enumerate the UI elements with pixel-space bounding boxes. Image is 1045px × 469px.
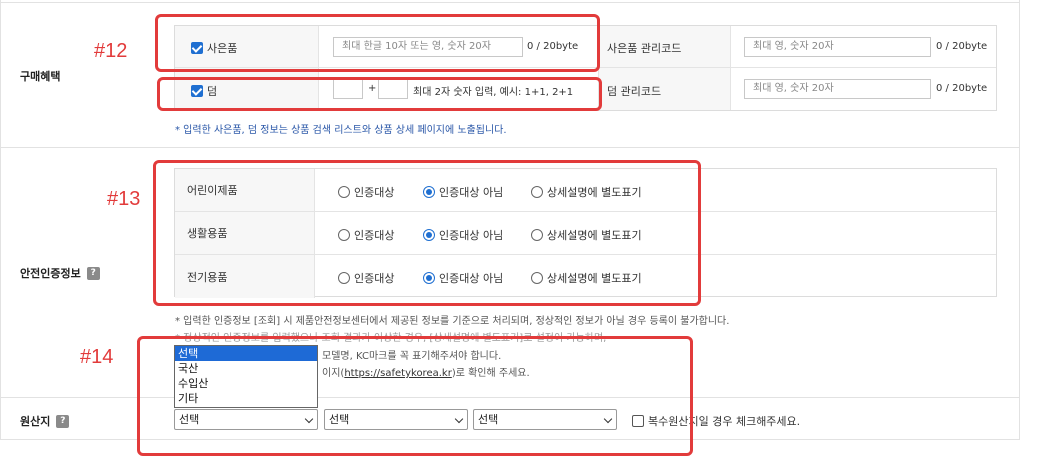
annotation-box-12-bottom [157,77,602,111]
annotation-label-12: #12 [94,40,128,62]
safety-note-1: * 입력한 인증정보 [조회] 시 제품안전정보센터에서 제공된 정보를 기준으… [175,316,730,327]
divider-1 [0,147,1020,148]
benefits-label: 구매혜택 [20,70,61,83]
gift-code-counter: 0 / 20byte [936,41,988,52]
bonus-code-label: 덤 관리코드 [607,85,662,98]
benefits-note: * 입력한 사은품, 덤 정보는 상품 검색 리스트와 상품 상세 페이지에 노… [175,125,507,136]
dropdown-option[interactable]: 기타 [175,391,317,406]
left-border [0,0,1,440]
origin-dropdown-list[interactable]: 선택 국산 수입산 기타 [174,345,318,408]
annotation-label-13: #13 [107,188,141,210]
annotation-label-14: #14 [80,346,114,368]
annotation-box-12-top [155,14,600,72]
dropdown-option[interactable]: 국산 [175,361,317,376]
gift-code-label: 사은품 관리코드 [607,42,682,55]
dropdown-option[interactable]: 수입산 [175,376,317,391]
origin-label: 원산지 ? [20,413,70,429]
help-icon[interactable]: ? [86,266,100,280]
bonus-code-input[interactable]: 최대 영, 숫자 20자 [744,79,931,99]
dropdown-option[interactable]: 선택 [175,346,317,361]
help-icon[interactable]: ? [56,414,70,428]
safety-label: 안전인증정보 ? [20,265,100,281]
bonus-code-counter: 0 / 20byte [936,83,988,94]
top-divider [0,2,1020,3]
annotation-box-13 [153,160,701,306]
gift-code-input[interactable]: 최대 영, 숫자 20자 [744,37,931,57]
